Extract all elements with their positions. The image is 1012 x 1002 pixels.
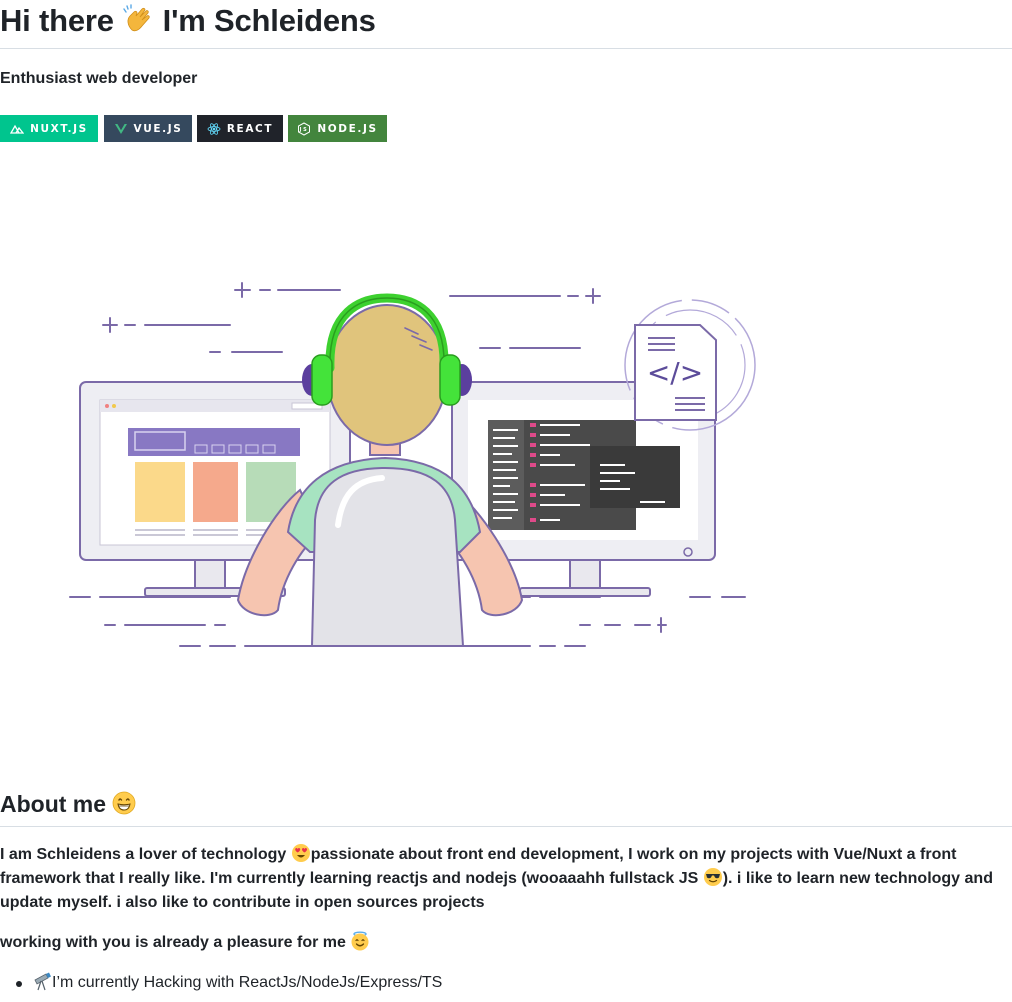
halo-face-icon xyxy=(350,931,370,951)
svg-text:JS: JS xyxy=(299,127,309,133)
badge-label: REACT xyxy=(226,122,274,135)
code-document: </> xyxy=(624,299,756,431)
code-glyph: </> xyxy=(647,356,703,389)
title-divider xyxy=(0,48,1012,49)
heart-eyes-icon xyxy=(291,843,311,863)
badge-label: NODE.JS xyxy=(317,122,378,135)
badge-label: VUE.JS xyxy=(133,122,183,135)
greeting-text: Hi there xyxy=(0,3,114,38)
list-bullet xyxy=(16,981,22,987)
developer-illustration: </> xyxy=(69,282,756,647)
about-text-1: I am Schleidens a lover of technology xyxy=(0,846,291,863)
page-title: Hi there I'm Schleidens xyxy=(0,0,1012,42)
list-item: I’m currently Hacking with ReactJs/NodeJ… xyxy=(0,971,442,995)
status-list: I’m currently Hacking with ReactJs/NodeJ… xyxy=(0,971,442,995)
pleasure-paragraph: working with you is already a pleasure f… xyxy=(0,931,1000,955)
badge-vue[interactable]: VUE.JS xyxy=(104,115,192,142)
nodejs-icon: JS xyxy=(297,121,311,136)
readme-page: Hi there I'm Schleidens Enthusiast web d… xyxy=(0,0,1012,1002)
badge-nuxt[interactable]: NUXT.JS xyxy=(0,115,98,142)
about-paragraph: I am Schleidens a lover of technology pa… xyxy=(0,843,1000,915)
about-heading: About me xyxy=(0,789,136,819)
telescope-icon xyxy=(32,971,52,991)
about-text-3: framework that I really like. I'm curren… xyxy=(0,870,703,887)
nuxt-icon xyxy=(10,122,25,136)
about-text-2: passionate about front end development, … xyxy=(310,846,957,863)
sunglasses-face-icon xyxy=(703,867,723,887)
about-title: About me xyxy=(0,791,107,817)
about-text-5: update myself. i also like to contribute… xyxy=(0,894,485,911)
badge-label: NUXT.JS xyxy=(30,122,88,135)
about-text-4: ). i like to learn new technology and xyxy=(722,870,993,887)
about-divider xyxy=(0,826,1012,827)
name-text: I'm Schleidens xyxy=(162,3,376,38)
react-icon xyxy=(207,122,221,136)
vue-icon xyxy=(114,122,128,136)
list-item-text: I’m currently Hacking with ReactJs/NodeJ… xyxy=(52,974,443,991)
subtitle: Enthusiast web developer xyxy=(0,70,198,87)
grinning-face-icon xyxy=(112,791,136,815)
waving-hand-icon xyxy=(122,4,154,36)
badge-node[interactable]: JS NODE.JS xyxy=(288,115,387,142)
badge-react[interactable]: REACT xyxy=(197,115,283,142)
pleasure-text: working with you is already a pleasure f… xyxy=(0,934,351,951)
